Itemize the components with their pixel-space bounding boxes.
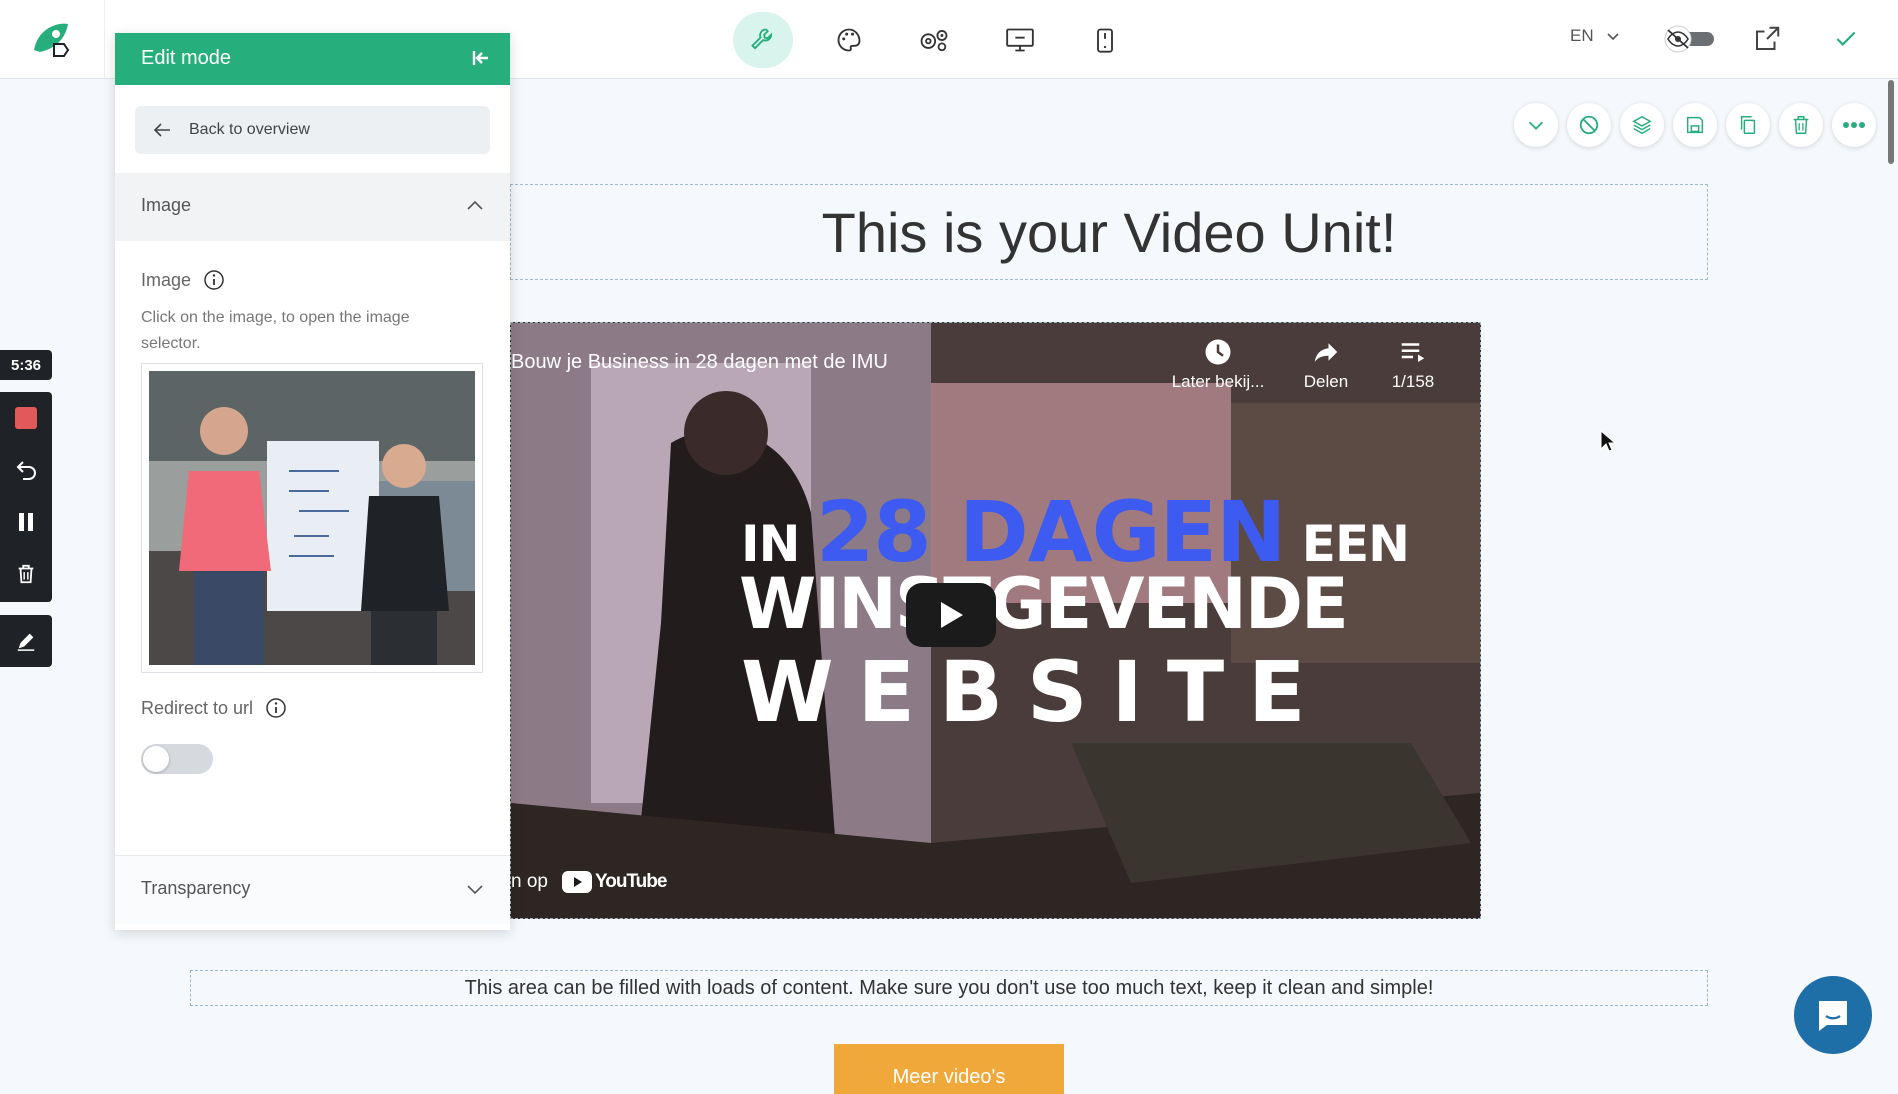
toggle-knob	[143, 746, 169, 772]
external-link-icon	[1756, 26, 1780, 50]
language-select[interactable]: EN	[1570, 26, 1620, 46]
transparency-section-header[interactable]: Transparency	[115, 855, 510, 924]
clock-icon	[1205, 339, 1231, 365]
confirm-button[interactable]	[1832, 26, 1860, 57]
more-dots-icon	[1843, 122, 1865, 128]
recording-timer: 5:36	[0, 350, 52, 380]
content-paragraph[interactable]: This area can be filled with loads of co…	[190, 970, 1708, 1006]
overlay-line-3: WEBSITE	[741, 643, 1330, 741]
annotate-pen-button[interactable]	[0, 615, 52, 667]
copy-icon	[1740, 116, 1756, 134]
share-button[interactable]: Delen	[1291, 337, 1361, 392]
desktop-preview-button[interactable]	[990, 12, 1050, 68]
stop-recording-button[interactable]	[0, 396, 52, 440]
recorder-toolbar	[0, 392, 52, 602]
arrow-left-icon	[153, 123, 170, 137]
edit-mode-panel: Edit mode Back to overview Image Image C…	[115, 33, 510, 930]
youtube-play-icon	[561, 871, 592, 893]
chevron-down-icon	[1528, 121, 1544, 130]
panel-header: Edit mode	[115, 33, 510, 85]
mobile-preview-button[interactable]	[1075, 12, 1135, 68]
chat-icon	[1819, 1001, 1847, 1031]
watch-later-button[interactable]: Later bekij...	[1163, 337, 1273, 392]
wrench-icon	[751, 28, 773, 50]
save-icon	[1686, 116, 1704, 134]
playlist-button[interactable]: 1/158	[1383, 337, 1443, 392]
watch-on-prefix: n op	[511, 871, 548, 892]
page-scrollbar[interactable]	[1888, 80, 1894, 164]
open-external-button[interactable]	[1752, 24, 1782, 59]
chevron-down-icon	[1607, 33, 1619, 41]
layers-icon	[1632, 115, 1652, 135]
divider	[104, 0, 105, 78]
collapse-element-button[interactable]	[1514, 103, 1558, 147]
play-icon	[941, 602, 963, 628]
trash-icon	[1793, 116, 1809, 134]
playlist-count: 1/158	[1391, 372, 1435, 391]
redirect-label: Redirect to url	[141, 697, 254, 718]
check-icon	[1836, 31, 1856, 46]
visibility-toggle[interactable]	[1660, 24, 1716, 54]
image-label: Image	[141, 269, 192, 290]
overlay-line-2: WINSTGEVENDE	[739, 563, 1349, 645]
undo-icon	[16, 461, 36, 480]
trash-icon	[18, 564, 34, 584]
back-label: Back to overview	[189, 121, 310, 138]
playlist-icon	[1401, 343, 1425, 362]
block-icon	[1579, 115, 1599, 135]
palette-icon	[837, 28, 861, 52]
chevron-down-icon	[467, 885, 483, 895]
image-selector[interactable]	[141, 363, 483, 673]
transparency-section-title: Transparency	[141, 878, 251, 898]
info-icon[interactable]	[265, 697, 287, 719]
design-palette-button[interactable]	[819, 12, 879, 68]
mobile-preview-icon	[1097, 28, 1113, 53]
app-logo-icon[interactable]	[28, 20, 76, 60]
chat-launcher-button[interactable]	[1794, 976, 1872, 1054]
pause-recording-button[interactable]	[0, 500, 52, 544]
share-label: Delen	[1303, 372, 1349, 391]
more-videos-button[interactable]: Meer video's	[834, 1044, 1064, 1094]
video-unit-title[interactable]: This is your Video Unit!	[510, 184, 1708, 280]
youtube-wordmark: YouTube	[594, 871, 667, 892]
video-title[interactable]: Bouw je Business in 28 dagen met de IMU	[511, 351, 888, 374]
selected-image[interactable]	[149, 371, 475, 665]
desktop-preview-icon	[1006, 28, 1034, 52]
undo-recording-button[interactable]	[0, 448, 52, 492]
layers-button[interactable]	[1620, 103, 1664, 147]
settings-button[interactable]	[904, 12, 964, 68]
image-help-text: Click on the image, to open the image se…	[141, 309, 410, 352]
info-icon[interactable]	[203, 269, 225, 291]
watch-on-youtube-link[interactable]: n op YouTube	[511, 871, 667, 893]
image-section-header[interactable]: Image	[115, 173, 510, 241]
chevron-up-icon	[467, 200, 483, 210]
disable-element-button[interactable]	[1567, 103, 1611, 147]
back-to-overview-button[interactable]: Back to overview	[135, 106, 490, 154]
share-arrow-icon	[1314, 343, 1338, 362]
youtube-embed[interactable]: Bouw je Business in 28 dagen met de IMU …	[510, 322, 1481, 919]
youtube-logo: YouTube	[561, 871, 667, 893]
more-options-button[interactable]	[1832, 103, 1876, 147]
language-value: EN	[1570, 26, 1594, 45]
settings-icon	[920, 30, 948, 52]
redirect-toggle[interactable]	[141, 744, 213, 774]
pen-icon	[17, 633, 35, 651]
save-element-button[interactable]	[1673, 103, 1717, 147]
mouse-cursor-icon	[1600, 429, 1617, 459]
eye-hidden-icon	[1664, 25, 1714, 53]
panel-title: Edit mode	[141, 47, 232, 69]
play-button[interactable]	[906, 583, 996, 647]
collapse-panel-button[interactable]	[470, 47, 492, 69]
edit-wrench-button[interactable]	[733, 12, 793, 68]
pause-icon	[19, 513, 33, 531]
watch-later-label: Later bekij...	[1171, 372, 1265, 391]
duplicate-element-button[interactable]	[1726, 103, 1770, 147]
collapse-left-icon	[472, 51, 488, 65]
stop-icon	[15, 407, 37, 429]
image-field-label: Image	[141, 269, 225, 291]
redirect-field-label: Redirect to url	[141, 697, 287, 719]
image-section-title: Image	[141, 195, 192, 215]
delete-element-button[interactable]	[1779, 103, 1823, 147]
discard-recording-button[interactable]	[0, 552, 52, 596]
